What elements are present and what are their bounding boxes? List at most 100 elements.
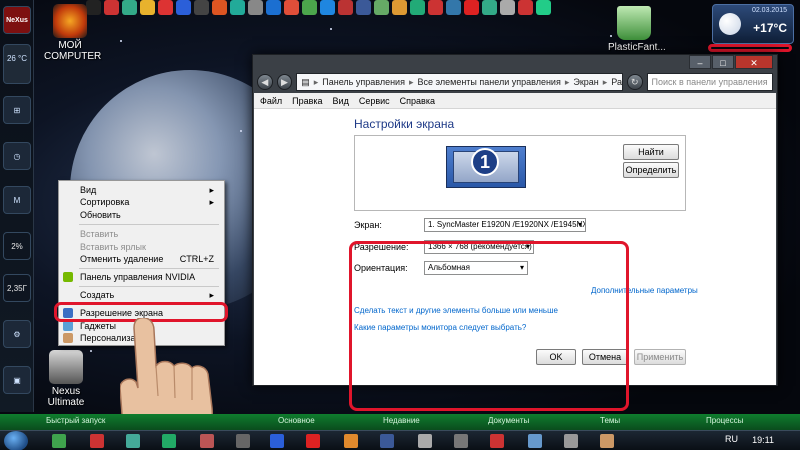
- app-icon[interactable]: [302, 0, 317, 15]
- app-icon[interactable]: [230, 0, 245, 15]
- breadcrumb-item[interactable]: Разрешение экрана: [611, 77, 622, 87]
- app-icon[interactable]: [140, 0, 155, 15]
- app-icon[interactable]: [356, 0, 371, 15]
- menu-separator: [79, 286, 219, 287]
- app-icon[interactable]: [320, 0, 335, 15]
- app-icon[interactable]: [158, 0, 173, 15]
- breadcrumb-item[interactable]: Экран: [573, 77, 598, 87]
- desktop-icon-nexus[interactable]: Nexus Ultimate: [40, 350, 92, 408]
- app-icon[interactable]: [482, 0, 497, 15]
- quickbar-recent[interactable]: Недавние: [383, 416, 420, 425]
- refresh-icon[interactable]: ↻: [626, 74, 643, 90]
- detect-button[interactable]: Определить: [623, 162, 679, 178]
- menu-help[interactable]: Справка: [400, 96, 435, 106]
- menu-edit[interactable]: Правка: [292, 96, 322, 106]
- app-icon[interactable]: [374, 0, 389, 15]
- quickbar-processes[interactable]: Процессы: [706, 416, 743, 425]
- windows-icon[interactable]: ⊞: [3, 96, 31, 124]
- address-row: ◀ ▶ ▤ ▸ Панель управления ▸ Все элементы…: [257, 73, 774, 91]
- settings-highlight: [349, 241, 629, 411]
- app-icon[interactable]: [270, 434, 284, 448]
- app-icon[interactable]: [194, 0, 209, 15]
- menu-item-nvidia[interactable]: Панель управления NVIDIA: [59, 271, 224, 283]
- nvidia-icon: [63, 272, 73, 282]
- app-icon[interactable]: [518, 0, 533, 15]
- app-icon[interactable]: [564, 434, 578, 448]
- minimize-button[interactable]: –: [689, 55, 711, 69]
- menu-file[interactable]: Файл: [260, 96, 282, 106]
- app-icon[interactable]: [306, 434, 320, 448]
- app-icon[interactable]: [500, 0, 515, 15]
- language-indicator[interactable]: RU: [725, 434, 738, 444]
- app-icon[interactable]: [338, 0, 353, 15]
- quickbar-themes[interactable]: Темы: [600, 416, 620, 425]
- app-icon[interactable]: [162, 434, 176, 448]
- weather-clock-gadget[interactable]: 02.03.2015 +17°C: [712, 4, 794, 44]
- screen-label: Экран:: [354, 220, 382, 230]
- settings-icon[interactable]: ⚙: [3, 320, 31, 348]
- app-icon[interactable]: [200, 434, 214, 448]
- search-input[interactable]: Поиск в панели управления: [646, 73, 774, 91]
- app-icon[interactable]: [266, 0, 281, 15]
- breadcrumb-item[interactable]: Все элементы панели управления: [417, 77, 560, 87]
- close-button[interactable]: ✕: [735, 55, 773, 69]
- cpu-meter: 2%: [3, 232, 31, 260]
- menu-item-new[interactable]: Создать ▸: [59, 289, 224, 301]
- icon-label: Nexus: [51, 386, 81, 397]
- quickbar-main[interactable]: Основное: [278, 416, 315, 425]
- menu-tools[interactable]: Сервис: [359, 96, 390, 106]
- app-icon[interactable]: [418, 434, 432, 448]
- app-icon[interactable]: [344, 434, 358, 448]
- menu-item-view[interactable]: Вид ▸: [59, 184, 224, 196]
- memory-meter: 2,35Г: [3, 274, 31, 302]
- monitor-thumbnail[interactable]: 1: [446, 146, 526, 188]
- app-icon[interactable]: [122, 0, 137, 15]
- page-title: Настройки экрана: [354, 117, 455, 131]
- app-icon[interactable]: [126, 434, 140, 448]
- photo-icon[interactable]: ▣: [3, 366, 31, 394]
- quickbar-documents[interactable]: Документы: [488, 416, 529, 425]
- app-icon[interactable]: [536, 0, 551, 15]
- desktop-icon-recycle-bin[interactable]: PlasticFant...: [608, 6, 666, 53]
- app-icon[interactable]: [410, 0, 425, 15]
- weather-gadget[interactable]: 26 °C: [3, 44, 31, 84]
- tray-clock[interactable]: 19:11: [752, 435, 774, 445]
- app-icon[interactable]: [104, 0, 119, 15]
- app-icon[interactable]: [454, 434, 468, 448]
- app-icon[interactable]: [236, 434, 250, 448]
- desktop-icon-my-computer[interactable]: МОЙ COMPUTER: [44, 4, 101, 62]
- menu-item-undo-delete[interactable]: Отменить удаление CTRL+Z: [59, 253, 224, 265]
- screen-select[interactable]: 1. SyncMaster E1920N /E1920NX /E1945NXPL…: [424, 218, 586, 232]
- app-icon[interactable]: [428, 0, 443, 15]
- window-content: Настройки экрана 1 Найти Определить Экра…: [254, 109, 776, 411]
- app-icon[interactable]: [392, 0, 407, 15]
- menu-view[interactable]: Вид: [333, 96, 349, 106]
- find-button[interactable]: Найти: [623, 144, 679, 160]
- breadcrumb[interactable]: ▤ ▸ Панель управления ▸ Все элементы пан…: [296, 73, 623, 91]
- maximize-button[interactable]: □: [712, 55, 734, 69]
- forward-arrow-icon[interactable]: ▶: [276, 74, 293, 90]
- gadget-temperature: +17°C: [753, 21, 787, 35]
- app-icon[interactable]: [446, 0, 461, 15]
- breadcrumb-item[interactable]: Панель управления: [322, 77, 405, 87]
- icon-label: PlasticFant...: [608, 42, 666, 53]
- app-icon[interactable]: [90, 434, 104, 448]
- app-icon[interactable]: [600, 434, 614, 448]
- app-icon[interactable]: [528, 434, 542, 448]
- menu-item-sort[interactable]: Сортировка ▸: [59, 196, 224, 208]
- app-icon[interactable]: [212, 0, 227, 15]
- app-icon[interactable]: [248, 0, 263, 15]
- menu-item-refresh[interactable]: Обновить: [59, 209, 224, 221]
- app-icon[interactable]: [52, 434, 66, 448]
- back-arrow-icon[interactable]: ◀: [257, 74, 273, 90]
- app-icon[interactable]: [464, 0, 479, 15]
- app-icon[interactable]: [380, 434, 394, 448]
- app-icon[interactable]: [284, 0, 299, 15]
- start-button[interactable]: [4, 431, 28, 450]
- quickbar-quick-launch[interactable]: Быстрый запуск: [46, 416, 105, 425]
- app-icon[interactable]: [176, 0, 191, 15]
- app-icon[interactable]: [490, 434, 504, 448]
- malwarebytes-icon[interactable]: M: [3, 186, 31, 214]
- clock-icon[interactable]: ◷: [3, 142, 31, 170]
- menu-separator: [79, 224, 219, 225]
